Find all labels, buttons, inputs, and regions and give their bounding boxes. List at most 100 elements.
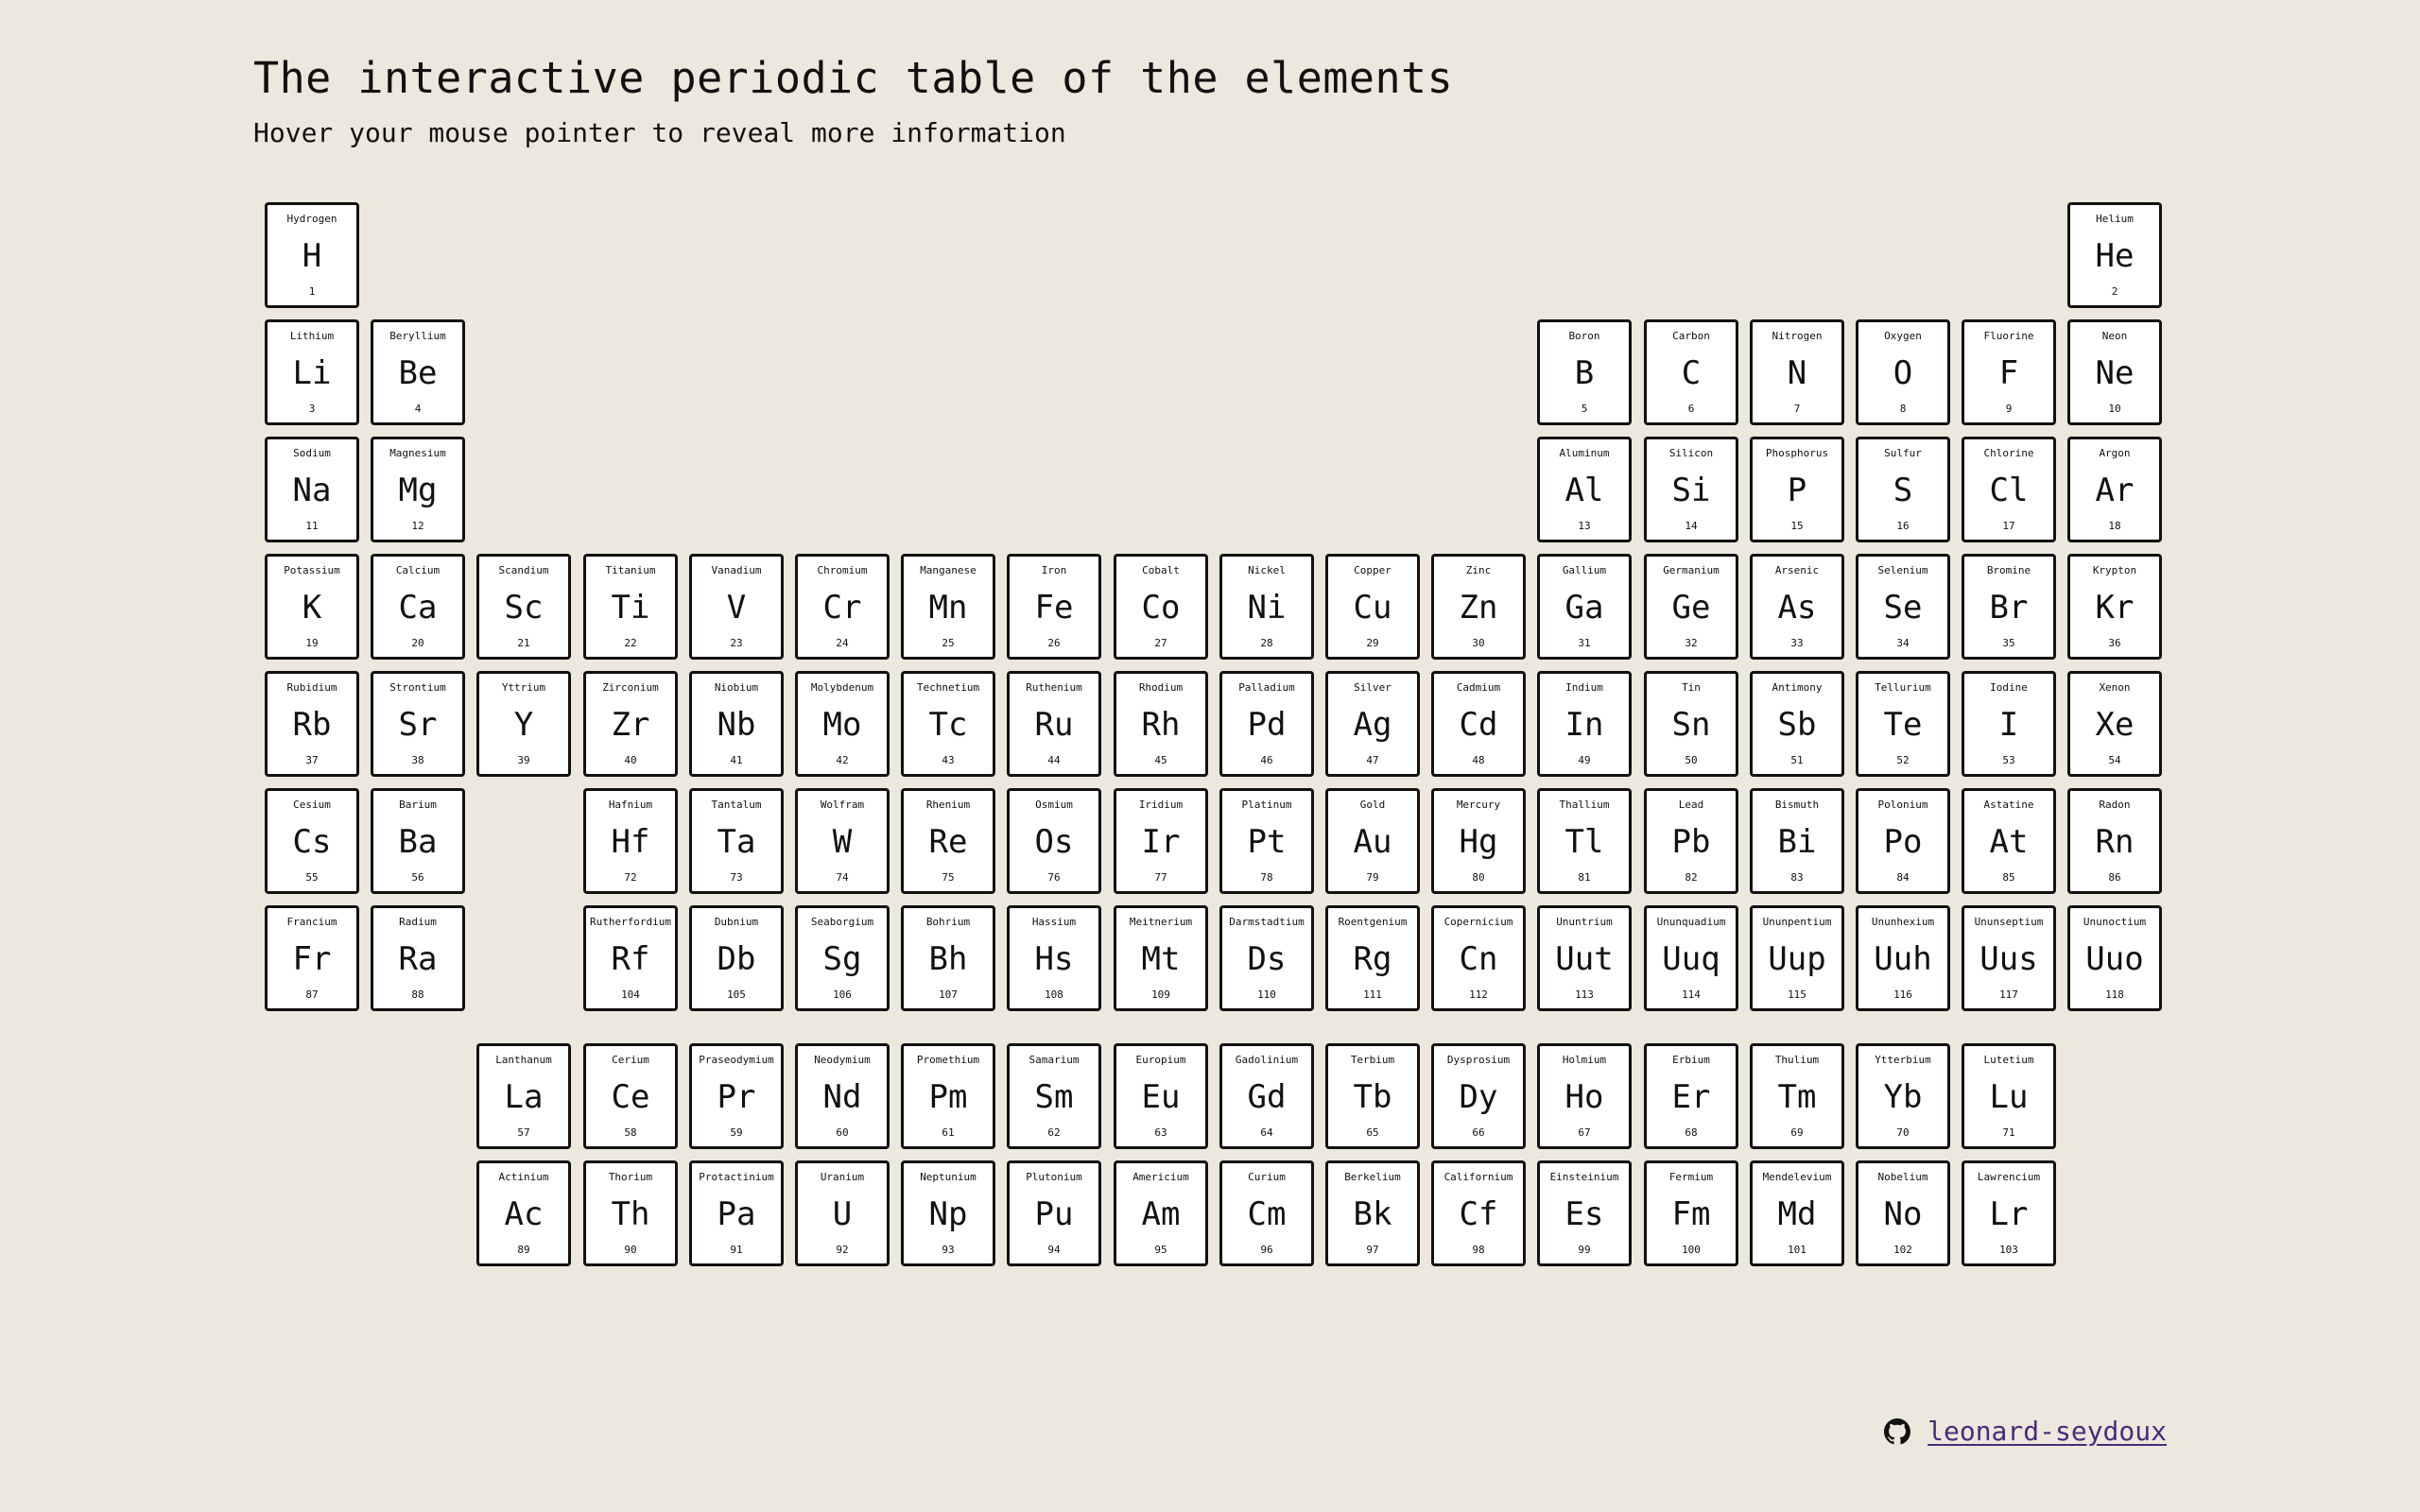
element-tile-u[interactable]: Uranium U 92 bbox=[795, 1160, 890, 1266]
element-tile-k[interactable]: Potassium K 19 bbox=[265, 554, 359, 660]
element-tile-rf[interactable]: Rutherfordium Rf 104 bbox=[583, 905, 678, 1011]
element-tile-be[interactable]: Beryllium Be 4 bbox=[371, 319, 465, 425]
element-tile-sm[interactable]: Samarium Sm 62 bbox=[1007, 1043, 1101, 1149]
element-tile-co[interactable]: Cobalt Co 27 bbox=[1114, 554, 1208, 660]
element-tile-pd[interactable]: Palladium Pd 46 bbox=[1219, 671, 1314, 777]
element-tile-nb[interactable]: Niobium Nb 41 bbox=[689, 671, 784, 777]
element-tile-db[interactable]: Dubnium Db 105 bbox=[689, 905, 784, 1011]
element-tile-uup[interactable]: Ununpentium Uup 115 bbox=[1750, 905, 1844, 1011]
element-tile-cn[interactable]: Copernicium Cn 112 bbox=[1431, 905, 1526, 1011]
element-tile-ce[interactable]: Cerium Ce 58 bbox=[583, 1043, 678, 1149]
element-tile-yb[interactable]: Ytterbium Yb 70 bbox=[1856, 1043, 1950, 1149]
element-tile-h[interactable]: Hydrogen H 1 bbox=[265, 202, 359, 308]
element-tile-ac[interactable]: Actinium Ac 89 bbox=[476, 1160, 571, 1266]
element-tile-fe[interactable]: Iron Fe 26 bbox=[1007, 554, 1101, 660]
element-tile-tc[interactable]: Technetium Tc 43 bbox=[901, 671, 995, 777]
element-tile-sr[interactable]: Strontium Sr 38 bbox=[371, 671, 465, 777]
element-tile-se[interactable]: Selenium Se 34 bbox=[1856, 554, 1950, 660]
element-tile-b[interactable]: Boron B 5 bbox=[1537, 319, 1632, 425]
element-tile-uus[interactable]: Ununseptium Uus 117 bbox=[1962, 905, 2056, 1011]
element-tile-hs[interactable]: Hassium Hs 108 bbox=[1007, 905, 1101, 1011]
element-tile-no[interactable]: Nobelium No 102 bbox=[1856, 1160, 1950, 1266]
element-tile-f[interactable]: Fluorine F 9 bbox=[1962, 319, 2056, 425]
element-tile-xe[interactable]: Xenon Xe 54 bbox=[2067, 671, 2162, 777]
element-tile-uuq[interactable]: Ununquadium Uuq 114 bbox=[1644, 905, 1738, 1011]
element-tile-tm[interactable]: Thulium Tm 69 bbox=[1750, 1043, 1844, 1149]
element-tile-cf[interactable]: Californium Cf 98 bbox=[1431, 1160, 1526, 1266]
element-tile-sn[interactable]: Tin Sn 50 bbox=[1644, 671, 1738, 777]
element-tile-mn[interactable]: Manganese Mn 25 bbox=[901, 554, 995, 660]
element-tile-uuo[interactable]: Ununoctium Uuo 118 bbox=[2067, 905, 2162, 1011]
element-tile-bi[interactable]: Bismuth Bi 83 bbox=[1750, 788, 1844, 894]
element-tile-rg[interactable]: Roentgenium Rg 111 bbox=[1325, 905, 1420, 1011]
element-tile-mo[interactable]: Molybdenum Mo 42 bbox=[795, 671, 890, 777]
author-link[interactable]: leonard-seydoux bbox=[1927, 1416, 2167, 1447]
element-tile-re[interactable]: Rhenium Re 75 bbox=[901, 788, 995, 894]
element-tile-cr[interactable]: Chromium Cr 24 bbox=[795, 554, 890, 660]
element-tile-i[interactable]: Iodine I 53 bbox=[1962, 671, 2056, 777]
element-tile-tl[interactable]: Thallium Tl 81 bbox=[1537, 788, 1632, 894]
element-tile-in[interactable]: Indium In 49 bbox=[1537, 671, 1632, 777]
element-tile-gd[interactable]: Gadolinium Gd 64 bbox=[1219, 1043, 1314, 1149]
element-tile-cd[interactable]: Cadmium Cd 48 bbox=[1431, 671, 1526, 777]
element-tile-er[interactable]: Erbium Er 68 bbox=[1644, 1043, 1738, 1149]
element-tile-pr[interactable]: Praseodymium Pr 59 bbox=[689, 1043, 784, 1149]
element-tile-c[interactable]: Carbon C 6 bbox=[1644, 319, 1738, 425]
element-tile-ir[interactable]: Iridium Ir 77 bbox=[1114, 788, 1208, 894]
element-tile-sg[interactable]: Seaborgium Sg 106 bbox=[795, 905, 890, 1011]
element-tile-te[interactable]: Tellurium Te 52 bbox=[1856, 671, 1950, 777]
element-tile-v[interactable]: Vanadium V 23 bbox=[689, 554, 784, 660]
element-tile-ag[interactable]: Silver Ag 47 bbox=[1325, 671, 1420, 777]
element-tile-zr[interactable]: Zirconium Zr 40 bbox=[583, 671, 678, 777]
element-tile-uuh[interactable]: Ununhexium Uuh 116 bbox=[1856, 905, 1950, 1011]
element-tile-y[interactable]: Yttrium Y 39 bbox=[476, 671, 571, 777]
element-tile-ba[interactable]: Barium Ba 56 bbox=[371, 788, 465, 894]
element-tile-bk[interactable]: Berkelium Bk 97 bbox=[1325, 1160, 1420, 1266]
element-tile-hf[interactable]: Hafnium Hf 72 bbox=[583, 788, 678, 894]
element-tile-dy[interactable]: Dysprosium Dy 66 bbox=[1431, 1043, 1526, 1149]
element-tile-cm[interactable]: Curium Cm 96 bbox=[1219, 1160, 1314, 1266]
element-tile-rb[interactable]: Rubidium Rb 37 bbox=[265, 671, 359, 777]
element-tile-sb[interactable]: Antimony Sb 51 bbox=[1750, 671, 1844, 777]
element-tile-po[interactable]: Polonium Po 84 bbox=[1856, 788, 1950, 894]
element-tile-n[interactable]: Nitrogen N 7 bbox=[1750, 319, 1844, 425]
element-tile-ge[interactable]: Germanium Ge 32 bbox=[1644, 554, 1738, 660]
element-tile-ne[interactable]: Neon Ne 10 bbox=[2067, 319, 2162, 425]
element-tile-bh[interactable]: Bohrium Bh 107 bbox=[901, 905, 995, 1011]
element-tile-si[interactable]: Silicon Si 14 bbox=[1644, 437, 1738, 542]
element-tile-rh[interactable]: Rhodium Rh 45 bbox=[1114, 671, 1208, 777]
element-tile-mt[interactable]: Meitnerium Mt 109 bbox=[1114, 905, 1208, 1011]
element-tile-al[interactable]: Aluminum Al 13 bbox=[1537, 437, 1632, 542]
element-tile-ru[interactable]: Ruthenium Ru 44 bbox=[1007, 671, 1101, 777]
element-tile-he[interactable]: Helium He 2 bbox=[2067, 202, 2162, 308]
element-tile-s[interactable]: Sulfur S 16 bbox=[1856, 437, 1950, 542]
element-tile-ds[interactable]: Darmstadtium Ds 110 bbox=[1219, 905, 1314, 1011]
element-tile-hg[interactable]: Mercury Hg 80 bbox=[1431, 788, 1526, 894]
element-tile-mg[interactable]: Magnesium Mg 12 bbox=[371, 437, 465, 542]
element-tile-ti[interactable]: Titanium Ti 22 bbox=[583, 554, 678, 660]
element-tile-cl[interactable]: Chlorine Cl 17 bbox=[1962, 437, 2056, 542]
element-tile-ni[interactable]: Nickel Ni 28 bbox=[1219, 554, 1314, 660]
element-tile-ca[interactable]: Calcium Ca 20 bbox=[371, 554, 465, 660]
element-tile-pm[interactable]: Promethium Pm 61 bbox=[901, 1043, 995, 1149]
element-tile-as[interactable]: Arsenic As 33 bbox=[1750, 554, 1844, 660]
element-tile-at[interactable]: Astatine At 85 bbox=[1962, 788, 2056, 894]
element-tile-au[interactable]: Gold Au 79 bbox=[1325, 788, 1420, 894]
element-tile-cs[interactable]: Cesium Cs 55 bbox=[265, 788, 359, 894]
element-tile-ta[interactable]: Tantalum Ta 73 bbox=[689, 788, 784, 894]
element-tile-pu[interactable]: Plutonium Pu 94 bbox=[1007, 1160, 1101, 1266]
element-tile-fr[interactable]: Francium Fr 87 bbox=[265, 905, 359, 1011]
element-tile-la[interactable]: Lanthanum La 57 bbox=[476, 1043, 571, 1149]
element-tile-li[interactable]: Lithium Li 3 bbox=[265, 319, 359, 425]
element-tile-p[interactable]: Phosphorus P 15 bbox=[1750, 437, 1844, 542]
element-tile-lr[interactable]: Lawrencium Lr 103 bbox=[1962, 1160, 2056, 1266]
element-tile-uut[interactable]: Ununtrium Uut 113 bbox=[1537, 905, 1632, 1011]
element-tile-th[interactable]: Thorium Th 90 bbox=[583, 1160, 678, 1266]
element-tile-ho[interactable]: Holmium Ho 67 bbox=[1537, 1043, 1632, 1149]
element-tile-cu[interactable]: Copper Cu 29 bbox=[1325, 554, 1420, 660]
element-tile-md[interactable]: Mendelevium Md 101 bbox=[1750, 1160, 1844, 1266]
element-tile-pb[interactable]: Lead Pb 82 bbox=[1644, 788, 1738, 894]
element-tile-eu[interactable]: Europium Eu 63 bbox=[1114, 1043, 1208, 1149]
element-tile-zn[interactable]: Zinc Zn 30 bbox=[1431, 554, 1526, 660]
element-tile-kr[interactable]: Krypton Kr 36 bbox=[2067, 554, 2162, 660]
